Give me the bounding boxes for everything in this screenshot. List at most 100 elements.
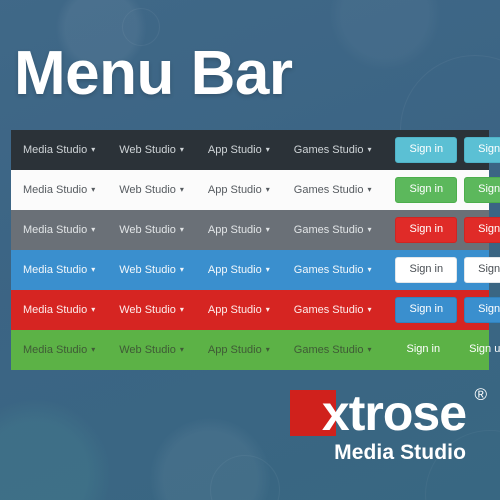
sign-up-button[interactable]: Sign up: [464, 297, 500, 323]
chevron-down-icon: ▾: [179, 344, 184, 354]
menu-item-app-studio[interactable]: App Studio ▾: [207, 263, 286, 276]
chevron-down-icon: ▾: [179, 184, 184, 194]
menu-item-label: App Studio: [207, 183, 262, 196]
menu-item-media-studio[interactable]: Media Studio ▾: [23, 224, 111, 236]
brand-logo: xtrose ® Media Studio: [278, 385, 488, 465]
menu-item-games-studio[interactable]: Games Studio ▾: [293, 343, 388, 356]
chevron-down-icon: ▾: [91, 264, 96, 274]
menu-item-games-studio[interactable]: Games Studio ▾: [293, 143, 388, 156]
chevron-down-icon: ▾: [91, 304, 96, 314]
chevron-down-icon: ▾: [367, 144, 372, 154]
chevron-down-icon: ▾: [91, 144, 96, 154]
sign-in-button[interactable]: Sign in: [395, 257, 458, 283]
menu-items-group: Media Studio ▾ Web Studio ▾ App Studio ▾ Ga…: [23, 263, 395, 276]
menu-item-media-studio[interactable]: Media Studio ▾: [23, 303, 111, 316]
menu-items-group: Media Studio ▾ Web Studio ▾ App Studio ▾ Ga…: [23, 303, 395, 316]
chevron-down-icon: ▾: [367, 344, 372, 354]
menu-items-group: Media Studio ▾ Web Studio ▾ App Studio ▾ Ga…: [23, 183, 395, 196]
menu-item-label: Web Studio: [119, 223, 176, 236]
sign-in-button[interactable]: Sign in: [395, 217, 458, 243]
sign-up-button[interactable]: Sign up: [464, 217, 500, 243]
menu-item-media-studio[interactable]: Media Studio ▾: [23, 143, 111, 156]
menu-item-media-studio[interactable]: Media Studio ▾: [23, 263, 111, 276]
chevron-down-icon: ▾: [367, 264, 372, 274]
menu-item-label: Games Studio: [293, 143, 364, 156]
menu-item-app-studio[interactable]: App Studio ▾: [207, 183, 286, 196]
registered-trademark-icon: ®: [474, 385, 487, 404]
chevron-down-icon: ▾: [265, 344, 270, 354]
menu-item-label: Web Studio: [119, 263, 176, 276]
menu-item-label: Games Studio: [293, 263, 364, 276]
menu-item-label: App Studio: [207, 223, 262, 236]
chevron-down-icon: ▾: [367, 304, 372, 314]
menu-item-app-studio[interactable]: App Studio ▾: [207, 303, 286, 316]
chevron-down-icon: ▾: [91, 184, 96, 194]
auth-buttons-group: Sign in Sign up: [395, 337, 500, 363]
menu-item-label: App Studio: [207, 143, 262, 156]
menu-item-web-studio[interactable]: Web Studio ▾: [119, 223, 200, 236]
menu-item-label: Web Studio: [119, 143, 176, 156]
menu-item-web-studio[interactable]: Web Studio ▾: [119, 183, 200, 196]
sign-up-button[interactable]: Sign up: [464, 177, 500, 203]
menu-items-group: Media Studio ▾ Web Studio ▾ App Studio ▾ Ga…: [23, 343, 395, 356]
chevron-down-icon: ▾: [367, 184, 372, 194]
sign-in-button[interactable]: Sign in: [395, 297, 458, 323]
chevron-down-icon: ▾: [265, 304, 270, 314]
menu-items-group: Media Studio ▾ Web Studio ▾ App Studio ▾ Ga…: [23, 143, 395, 156]
menu-items-group: Media Studio ▾ Web Studio ▾ App Studio ▾ Ga…: [23, 223, 395, 236]
menu-item-label: Media Studio: [23, 143, 88, 156]
menu-item-label: Media Studio: [23, 263, 88, 276]
menu-item-label: App Studio: [207, 343, 262, 356]
chevron-down-icon: ▾: [265, 184, 270, 194]
menu-item-label: App Studio: [207, 303, 262, 316]
menu-bar-light: Media Studio ▾ Web Studio ▾ App Studio ▾ Ga…: [11, 170, 500, 210]
menu-item-label: Games Studio: [293, 343, 364, 356]
menu-item-app-studio[interactable]: App Studio ▾: [207, 143, 286, 156]
auth-buttons-group: Sign in Sign up: [395, 217, 500, 243]
sign-in-button[interactable]: Sign in: [395, 177, 458, 203]
menu-item-app-studio[interactable]: App Studio ▾: [207, 223, 286, 236]
logo-subtitle: Media Studio: [334, 441, 466, 464]
menu-item-label: Web Studio: [119, 343, 176, 356]
menu-item-web-studio[interactable]: Web Studio ▾: [119, 343, 200, 356]
page-title: Menu Bar: [14, 39, 293, 108]
menu-item-games-studio[interactable]: Games Studio ▾: [293, 303, 388, 316]
menu-item-web-studio[interactable]: Web Studio ▾: [119, 143, 200, 156]
sign-up-button[interactable]: Sign up: [464, 137, 500, 163]
menu-item-app-studio[interactable]: App Studio ▾: [207, 343, 286, 356]
menu-item-label: Media Studio: [23, 183, 88, 196]
menu-item-label: Games Studio: [293, 303, 364, 316]
menu-bar-dark: Media Studio ▾ Web Studio ▾ App Studio ▾ Ga…: [11, 130, 500, 170]
menu-item-label: Games Studio: [293, 183, 364, 196]
auth-buttons-group: Sign in Sign up: [395, 297, 500, 323]
menu-item-games-studio[interactable]: Games Studio ▾: [293, 263, 388, 276]
menu-item-label: Web Studio: [119, 303, 176, 316]
menu-item-label: Media Studio: [23, 303, 88, 316]
sign-up-button[interactable]: Sign up: [464, 257, 500, 283]
menu-bar-green: Media Studio ▾ Web Studio ▾ App Studio ▾ Ga…: [11, 330, 500, 370]
menu-item-web-studio[interactable]: Web Studio ▾: [119, 263, 200, 276]
menu-item-label: App Studio: [207, 263, 262, 276]
chevron-down-icon: ▾: [367, 224, 372, 234]
menu-bar-blue: Media Studio ▾ Web Studio ▾ App Studio ▾ Ga…: [11, 250, 500, 290]
sign-in-button[interactable]: Sign in: [395, 137, 458, 163]
chevron-down-icon: ▾: [179, 264, 184, 274]
sign-in-button[interactable]: Sign in: [395, 337, 451, 363]
menu-bar-red: Media Studio ▾ Web Studio ▾ App Studio ▾ Ga…: [11, 290, 500, 330]
menu-bar-gray: Media Studio ▾ Web Studio ▾ App Studio ▾ Ga…: [11, 210, 500, 250]
menu-item-web-studio[interactable]: Web Studio ▾: [119, 303, 200, 316]
chevron-down-icon: ▾: [179, 224, 184, 234]
menu-bar-list: Media Studio ▾ Web Studio ▾ App Studio ▾ Ga…: [11, 130, 500, 370]
logo-wordmark-row: xtrose ®: [278, 385, 488, 440]
menu-item-media-studio[interactable]: Media Studio ▾: [23, 343, 111, 356]
menu-item-label: Media Studio: [23, 343, 88, 356]
chevron-down-icon: ▾: [179, 304, 184, 314]
menu-item-label: Games Studio: [293, 223, 364, 236]
menu-item-games-studio[interactable]: Games Studio ▾: [293, 183, 388, 196]
chevron-down-icon: ▾: [265, 144, 270, 154]
menu-item-label: Web Studio: [119, 183, 176, 196]
chevron-down-icon: ▾: [91, 224, 96, 234]
menu-item-media-studio[interactable]: Media Studio ▾: [23, 183, 111, 196]
menu-item-games-studio[interactable]: Games Studio ▾: [293, 223, 388, 236]
sign-up-button[interactable]: Sign up: [458, 337, 500, 363]
